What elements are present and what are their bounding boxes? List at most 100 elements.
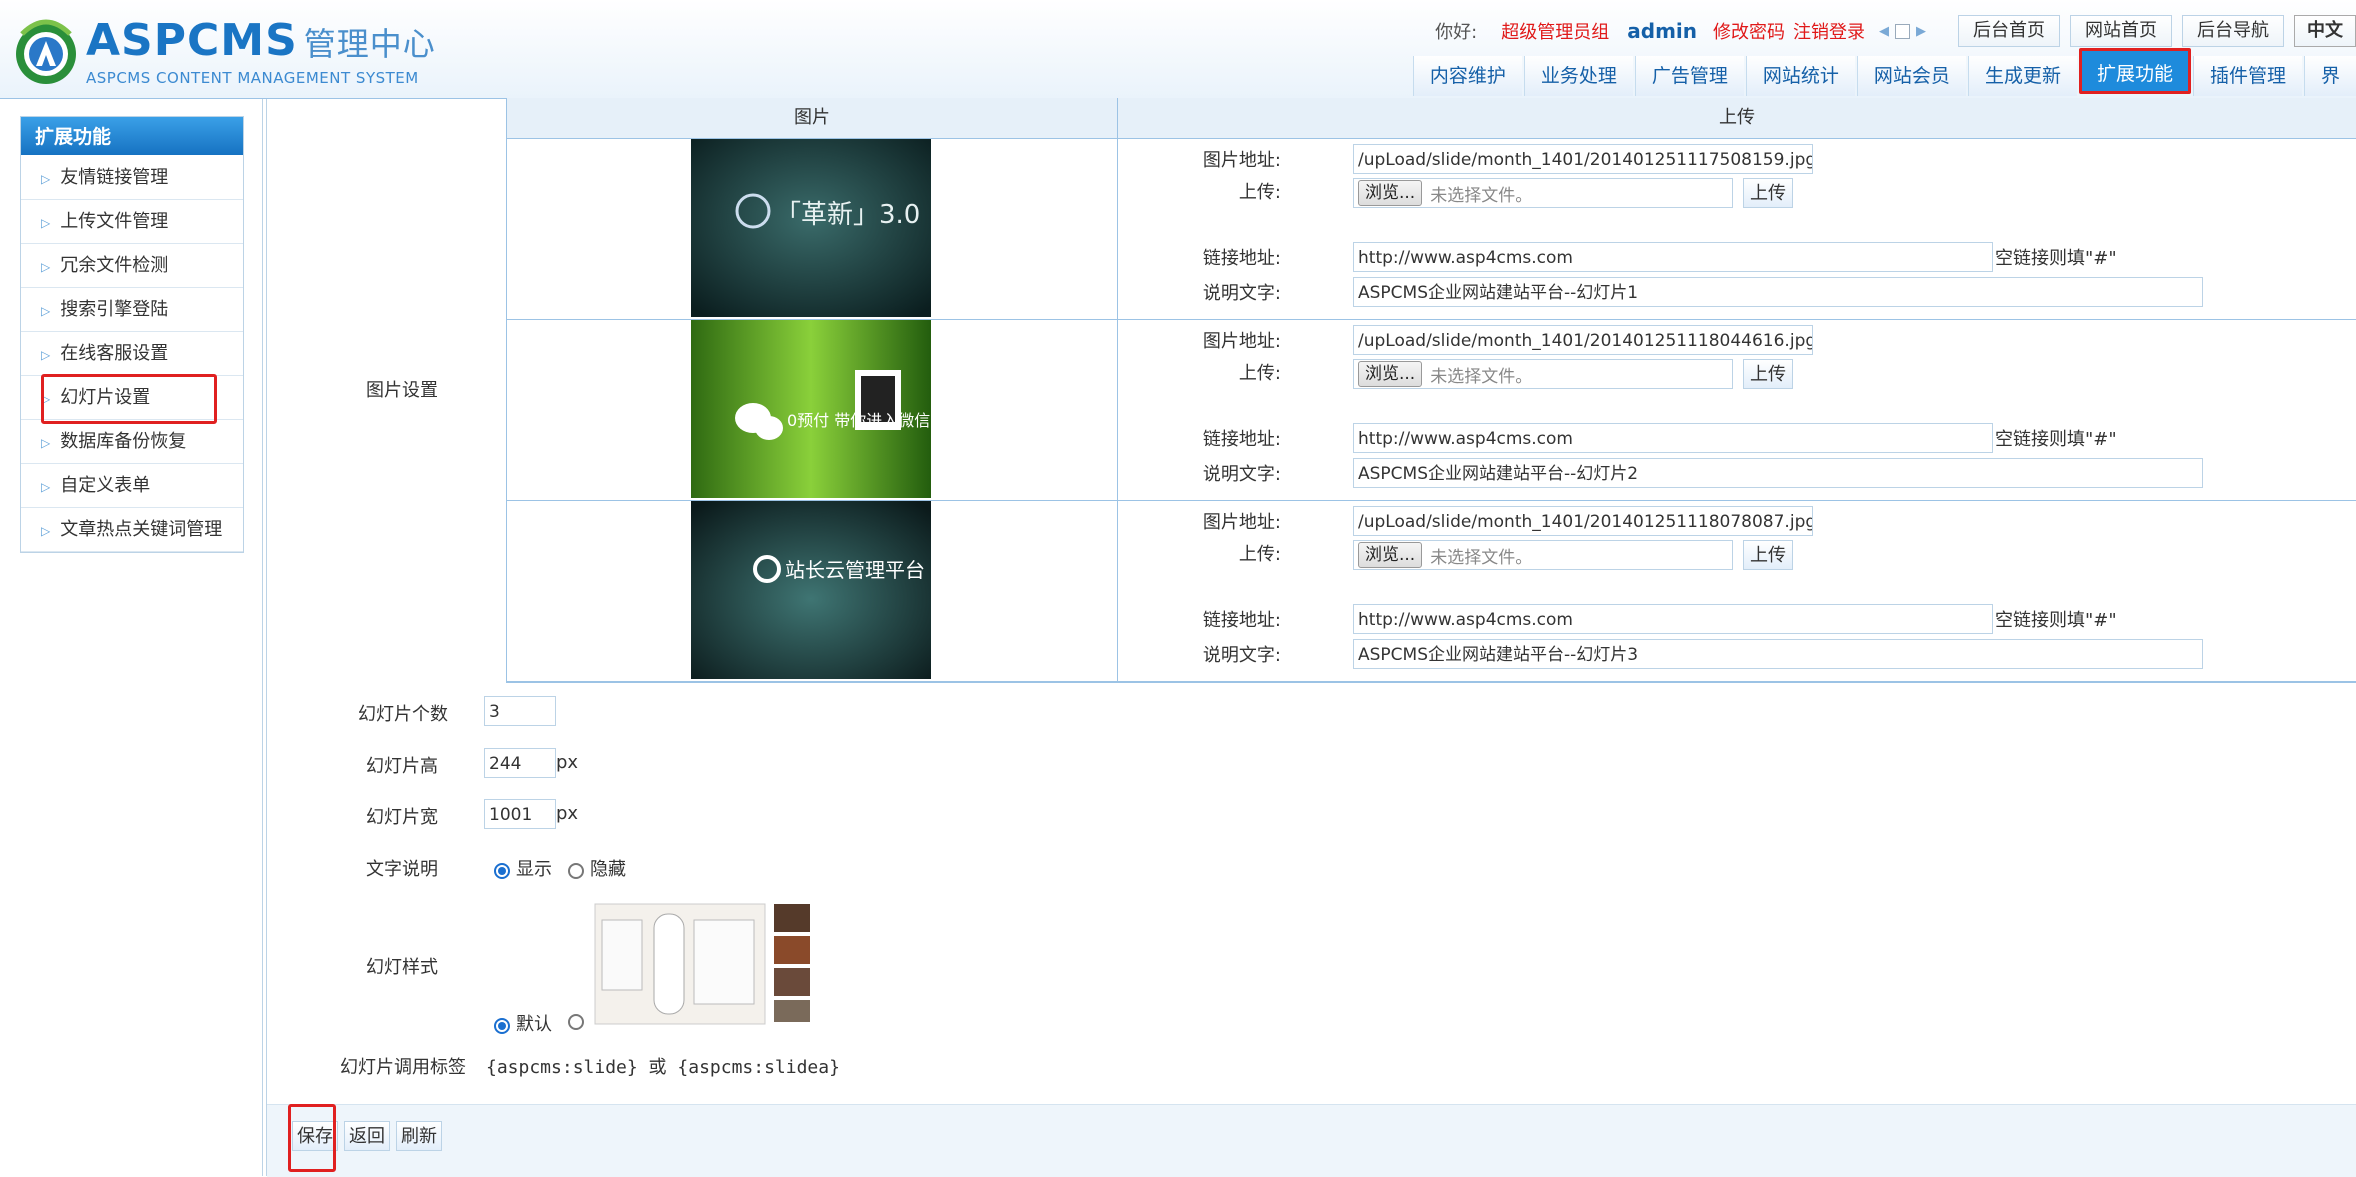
user-group-link[interactable]: 超级管理员组 — [1501, 18, 1609, 44]
chevron-right-icon: ▷ — [41, 304, 51, 318]
admin-home-button[interactable]: 后台首页 — [1958, 15, 2060, 47]
slide-width-input[interactable]: 1001 — [484, 799, 556, 829]
slide-thumbnail-2: 0预付 带你进入微信门槛 — [691, 320, 931, 498]
slide-count-input[interactable]: 3 — [484, 696, 556, 726]
empty-link-hint: 空链接则填"#" — [1995, 248, 2117, 269]
radio-show[interactable] — [494, 863, 510, 879]
chevron-right-icon: ▷ — [41, 172, 51, 186]
tab-more[interactable]: 界 — [2303, 56, 2356, 96]
image-url-label: 图片地址: — [1202, 512, 1281, 533]
desc-label: 说明文字: — [1202, 645, 1281, 666]
browse-button[interactable]: 浏览... — [1358, 542, 1423, 568]
upload-button-2[interactable]: 上传 — [1743, 359, 1793, 389]
link-url-input-1[interactable]: http://www.asp4cms.com — [1353, 242, 1993, 272]
thumb-text-3: 站长云管理平台 — [785, 558, 925, 582]
desc-input-2[interactable]: ASPCMS企业网站建站平台--幻灯片2 — [1353, 458, 2203, 488]
tab-ads[interactable]: 广告管理 — [1634, 56, 1744, 96]
browse-button[interactable]: 浏览... — [1358, 180, 1423, 206]
tab-plugins[interactable]: 插件管理 — [2192, 56, 2302, 96]
refresh-button[interactable]: 刷新 — [396, 1121, 442, 1151]
chevron-right-icon: ▷ — [41, 348, 51, 362]
username-link[interactable]: admin — [1627, 19, 1697, 43]
logout-link[interactable]: 注销登录 — [1793, 18, 1865, 44]
sidebar-item-upload-files[interactable]: ▷ 上传文件管理 — [21, 200, 243, 244]
desc-input-1[interactable]: ASPCMS企业网站建站平台--幻灯片1 — [1353, 277, 2203, 307]
tab-members[interactable]: 网站会员 — [1856, 56, 1966, 96]
file-input-3[interactable]: 浏览... 未选择文件。 — [1353, 540, 1733, 570]
action-bar — [267, 1104, 2356, 1177]
file-input-1[interactable]: 浏览... 未选择文件。 — [1353, 178, 1733, 208]
radio-style-default[interactable] — [494, 1018, 510, 1034]
sidebar-item-custom-form[interactable]: ▷ 自定义表单 — [21, 464, 243, 508]
logo-subtitle: ASPCMS CONTENT MANAGEMENT SYSTEM — [86, 69, 419, 87]
style-default-option[interactable]: 默认 — [494, 1010, 552, 1036]
caption-hide-text: 隐藏 — [590, 859, 626, 880]
link-url-label: 链接地址: — [1202, 610, 1281, 631]
sidebar-item-hot-keywords[interactable]: ▷ 文章热点关键词管理 — [21, 508, 243, 552]
tab-content[interactable]: 内容维护 — [1412, 56, 1522, 96]
sidebar-item-redundant-files[interactable]: ▷ 冗余文件检测 — [21, 244, 243, 288]
desc-input-3[interactable]: ASPCMS企业网站建站平台--幻灯片3 — [1353, 639, 2203, 669]
sidebar-item-slideshow[interactable]: ▷ 幻灯片设置 — [21, 374, 243, 424]
site-home-button[interactable]: 网站首页 — [2070, 15, 2172, 47]
back-button[interactable]: 返回 — [344, 1121, 390, 1151]
slide-image-table: 图片 上传 「革新」3.0 图片地址: /upLoad/slide/month_… — [506, 98, 2356, 683]
language-button[interactable]: 中文 — [2294, 15, 2356, 47]
file-input-2[interactable]: 浏览... 未选择文件。 — [1353, 359, 1733, 389]
tag-value: {aspcms:slide} 或 {aspcms:slidea} — [486, 1057, 840, 1078]
browse-button[interactable]: 浏览... — [1358, 361, 1423, 387]
tab-business[interactable]: 业务处理 — [1523, 56, 1633, 96]
radio-style-alt[interactable] — [568, 1014, 584, 1030]
admin-nav-button[interactable]: 后台导航 — [2182, 15, 2284, 47]
col-image-header: 图片 — [507, 98, 1118, 138]
image-url-input-1[interactable]: /upLoad/slide/month_1401/201401251117508… — [1353, 144, 1813, 174]
slide-width-label: 幻灯片宽 — [366, 807, 438, 828]
window-icon[interactable] — [1895, 23, 1910, 39]
logo-text: ASPCMS 管理中心 ASPCMS CONTENT MANAGEMENT SYS… — [86, 18, 436, 88]
no-file-text: 未选择文件。 — [1430, 185, 1533, 206]
table-header: 图片 上传 — [507, 98, 2356, 139]
caption-hide-option[interactable]: 隐藏 — [568, 855, 626, 881]
sidebar-item-label: 幻灯片设置 — [60, 387, 151, 408]
upload-button-1[interactable]: 上传 — [1743, 178, 1793, 208]
slide-count-label: 幻灯片个数 — [358, 704, 448, 725]
change-password-link[interactable]: 修改密码 — [1713, 18, 1785, 44]
prev-arrow-icon[interactable]: ◀ — [1879, 24, 1889, 39]
link-url-input-2[interactable]: http://www.asp4cms.com — [1353, 423, 1993, 453]
style-alt-option[interactable] — [568, 1010, 590, 1031]
slide-thumbnail-1: 「革新」3.0 — [691, 139, 931, 317]
sidebar-item-online-service[interactable]: ▷ 在线客服设置 — [21, 332, 243, 376]
slide-thumbnail-3: 站长云管理平台 — [691, 501, 931, 679]
image-url-label: 图片地址: — [1202, 331, 1281, 352]
sidebar-item-db-backup[interactable]: ▷ 数据库备份恢复 — [21, 420, 243, 464]
sidebar-item-label: 文章热点关键词管理 — [60, 519, 223, 540]
save-highlight — [288, 1104, 336, 1172]
slide-height-input[interactable]: 244 — [484, 748, 556, 778]
caption-show-text: 显示 — [516, 859, 552, 880]
sidebar-item-label: 上传文件管理 — [60, 211, 169, 232]
greeting-text: 你好: — [1435, 22, 1478, 43]
slide-row-1: 「革新」3.0 图片地址: /upLoad/slide/month_1401/2… — [507, 138, 2356, 320]
link-url-input-3[interactable]: http://www.asp4cms.com — [1353, 604, 1993, 634]
no-file-text: 未选择文件。 — [1430, 547, 1533, 568]
image-url-input-3[interactable]: /upLoad/slide/month_1401/201401251118078… — [1353, 506, 1813, 536]
tag-label: 幻灯片调用标签 — [340, 1057, 466, 1078]
tab-generate[interactable]: 生成更新 — [1967, 56, 2077, 96]
tab-extensions[interactable]: 扩展功能 — [2078, 48, 2191, 94]
upload-button-3[interactable]: 上传 — [1743, 540, 1793, 570]
radio-hide[interactable] — [568, 863, 584, 879]
sidebar-item-label: 在线客服设置 — [60, 343, 169, 364]
tab-stats[interactable]: 网站统计 — [1745, 56, 1855, 96]
image-url-input-2[interactable]: /upLoad/slide/month_1401/201401251118044… — [1353, 325, 1813, 355]
chevron-right-icon: ▷ — [41, 480, 51, 494]
no-file-text: 未选择文件。 — [1430, 366, 1533, 387]
logo-title-cn: 管理中心 — [303, 25, 436, 63]
sidebar-item-search-engine[interactable]: ▷ 搜索引擎登陆 — [21, 288, 243, 332]
caption-show-option[interactable]: 显示 — [494, 855, 552, 881]
sidebar-item-friend-links[interactable]: ▷ 友情链接管理 — [21, 156, 243, 200]
link-url-label: 链接地址: — [1202, 248, 1281, 269]
next-arrow-icon[interactable]: ▶ — [1916, 24, 1926, 39]
sidebar-item-label: 自定义表单 — [60, 475, 151, 496]
link-url-label: 链接地址: — [1202, 429, 1281, 450]
style-default-text: 默认 — [516, 1014, 552, 1035]
